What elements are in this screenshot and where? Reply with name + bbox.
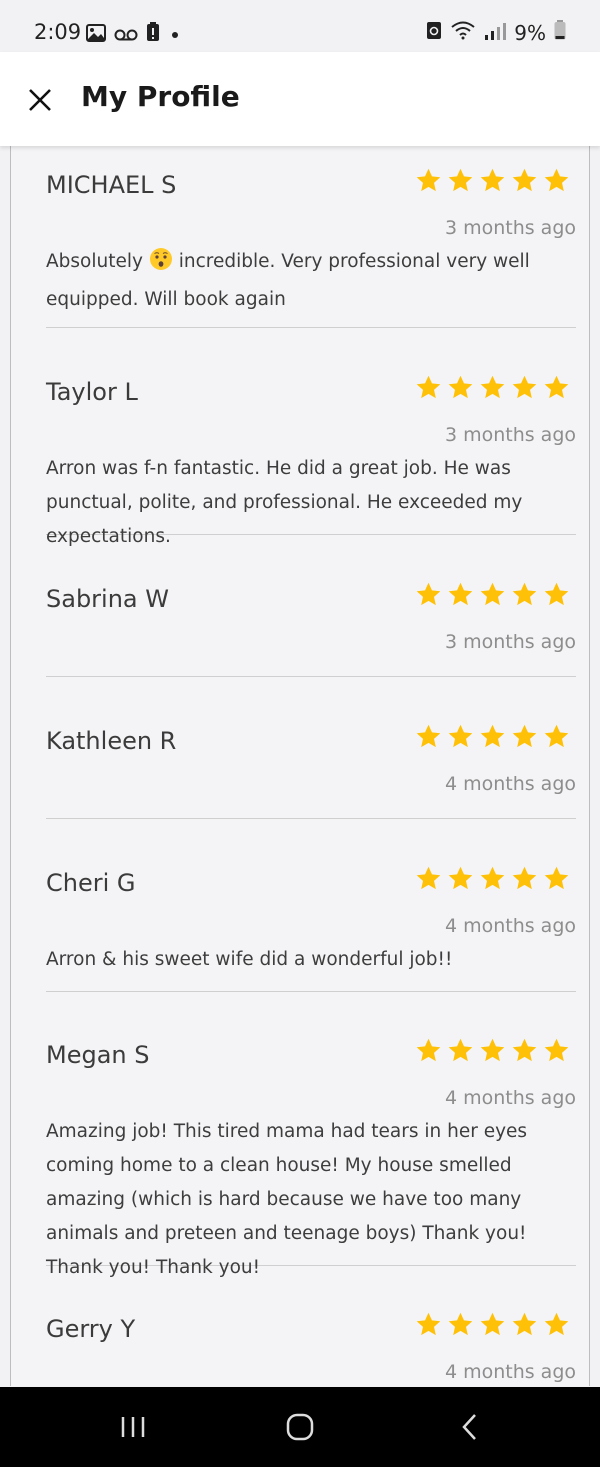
star-icon (544, 582, 569, 606)
star-rating (415, 723, 570, 750)
review-date: 3 months ago (444, 217, 576, 239)
star-icon (512, 1038, 537, 1062)
star-icon (480, 724, 505, 748)
star-rating (415, 865, 570, 892)
review-text: Arron was f-n fantastic. He did a great … (46, 458, 523, 547)
star-icon (480, 375, 505, 399)
star-icon (416, 866, 441, 890)
star-icon (544, 375, 569, 399)
star-icon (512, 168, 537, 192)
app-header: My Profile (0, 52, 600, 146)
star-icon (448, 724, 473, 748)
star-icon (544, 168, 569, 192)
reviewer-name: Megan S (46, 1041, 150, 1069)
review-item: Cheri G 4 months ago Arron & his sweet w… (46, 866, 576, 992)
star-icon (544, 1038, 569, 1062)
star-icon (416, 1038, 441, 1062)
star-rating (415, 1311, 570, 1338)
star-icon (480, 1038, 505, 1062)
reviewer-name: Cheri G (46, 869, 136, 897)
star-rating (415, 581, 570, 608)
review-date: 4 months ago (444, 1087, 576, 1109)
star-icon (512, 1312, 537, 1336)
reviewer-name: Gerry Y (46, 1315, 136, 1343)
status-bar: 2:09 9% (0, 0, 600, 52)
review-item: Sabrina W 3 months ago (46, 582, 576, 677)
star-icon (416, 724, 441, 748)
star-icon (480, 168, 505, 192)
recent-apps-icon[interactable] (118, 1412, 148, 1446)
review-date: 4 months ago (444, 915, 576, 937)
sync-icon (426, 20, 442, 45)
reviewer-name: Taylor L (46, 378, 138, 406)
review-item: MICHAEL S 3 months ago Absolutely incred… (46, 168, 576, 328)
star-icon (512, 866, 537, 890)
review-date: 4 months ago (444, 773, 576, 795)
star-icon (416, 1312, 441, 1336)
page-title: My Profile (81, 80, 240, 113)
reviewer-name: MICHAEL S (46, 171, 177, 199)
review-item: Taylor L 3 months ago Arron was f-n fant… (46, 375, 576, 547)
star-icon (448, 582, 473, 606)
reviews-scroll-area[interactable]: MICHAEL S 3 months ago Absolutely incred… (0, 146, 600, 1386)
hushed-face-emoji-icon (149, 247, 173, 283)
review-text: Amazing job! This tired mama had tears i… (46, 1121, 528, 1278)
battery-icon (554, 20, 566, 45)
star-icon (416, 375, 441, 399)
gallery-icon (86, 23, 106, 47)
star-icon (480, 1312, 505, 1336)
star-icon (416, 168, 441, 192)
dot-icon (168, 23, 182, 47)
star-icon (448, 1038, 473, 1062)
star-rating (415, 1037, 570, 1064)
star-icon (448, 1312, 473, 1336)
star-icon (448, 168, 473, 192)
system-nav-bar (0, 1387, 600, 1467)
reviewer-name: Kathleen R (46, 727, 177, 755)
review-item: Kathleen R 4 months ago (46, 724, 576, 819)
home-icon[interactable] (285, 1412, 315, 1446)
review-date: 3 months ago (444, 424, 576, 446)
review-text-part: Absolutely (46, 251, 143, 272)
review-text: Arron & his sweet wife did a wonderful j… (46, 949, 453, 970)
star-icon (512, 724, 537, 748)
star-icon (544, 866, 569, 890)
alert-icon (146, 22, 160, 47)
star-icon (480, 582, 505, 606)
star-rating (415, 374, 570, 401)
star-icon (544, 724, 569, 748)
voicemail-icon (114, 23, 138, 47)
star-icon (448, 866, 473, 890)
star-icon (448, 375, 473, 399)
review-item: Megan S 4 months ago Amazing job! This t… (46, 1038, 576, 1278)
star-icon (512, 375, 537, 399)
reviewer-name: Sabrina W (46, 585, 169, 613)
signal-icon (484, 21, 507, 45)
star-icon (416, 582, 441, 606)
star-icon (480, 866, 505, 890)
status-time: 2:09 (34, 20, 82, 44)
battery-percent: 9% (514, 20, 546, 45)
star-rating (415, 167, 570, 194)
review-text: Absolutely incredible. Very professional… (46, 245, 581, 317)
star-icon (544, 1312, 569, 1336)
review-date: 4 months ago (444, 1361, 576, 1383)
review-date: 3 months ago (444, 631, 576, 653)
reviews-card: MICHAEL S 3 months ago Absolutely incred… (10, 146, 590, 1386)
close-icon[interactable] (22, 82, 58, 118)
wifi-icon (450, 20, 476, 45)
star-icon (512, 582, 537, 606)
review-item: Gerry Y 4 months ago (46, 1312, 576, 1386)
back-icon[interactable] (455, 1412, 485, 1446)
